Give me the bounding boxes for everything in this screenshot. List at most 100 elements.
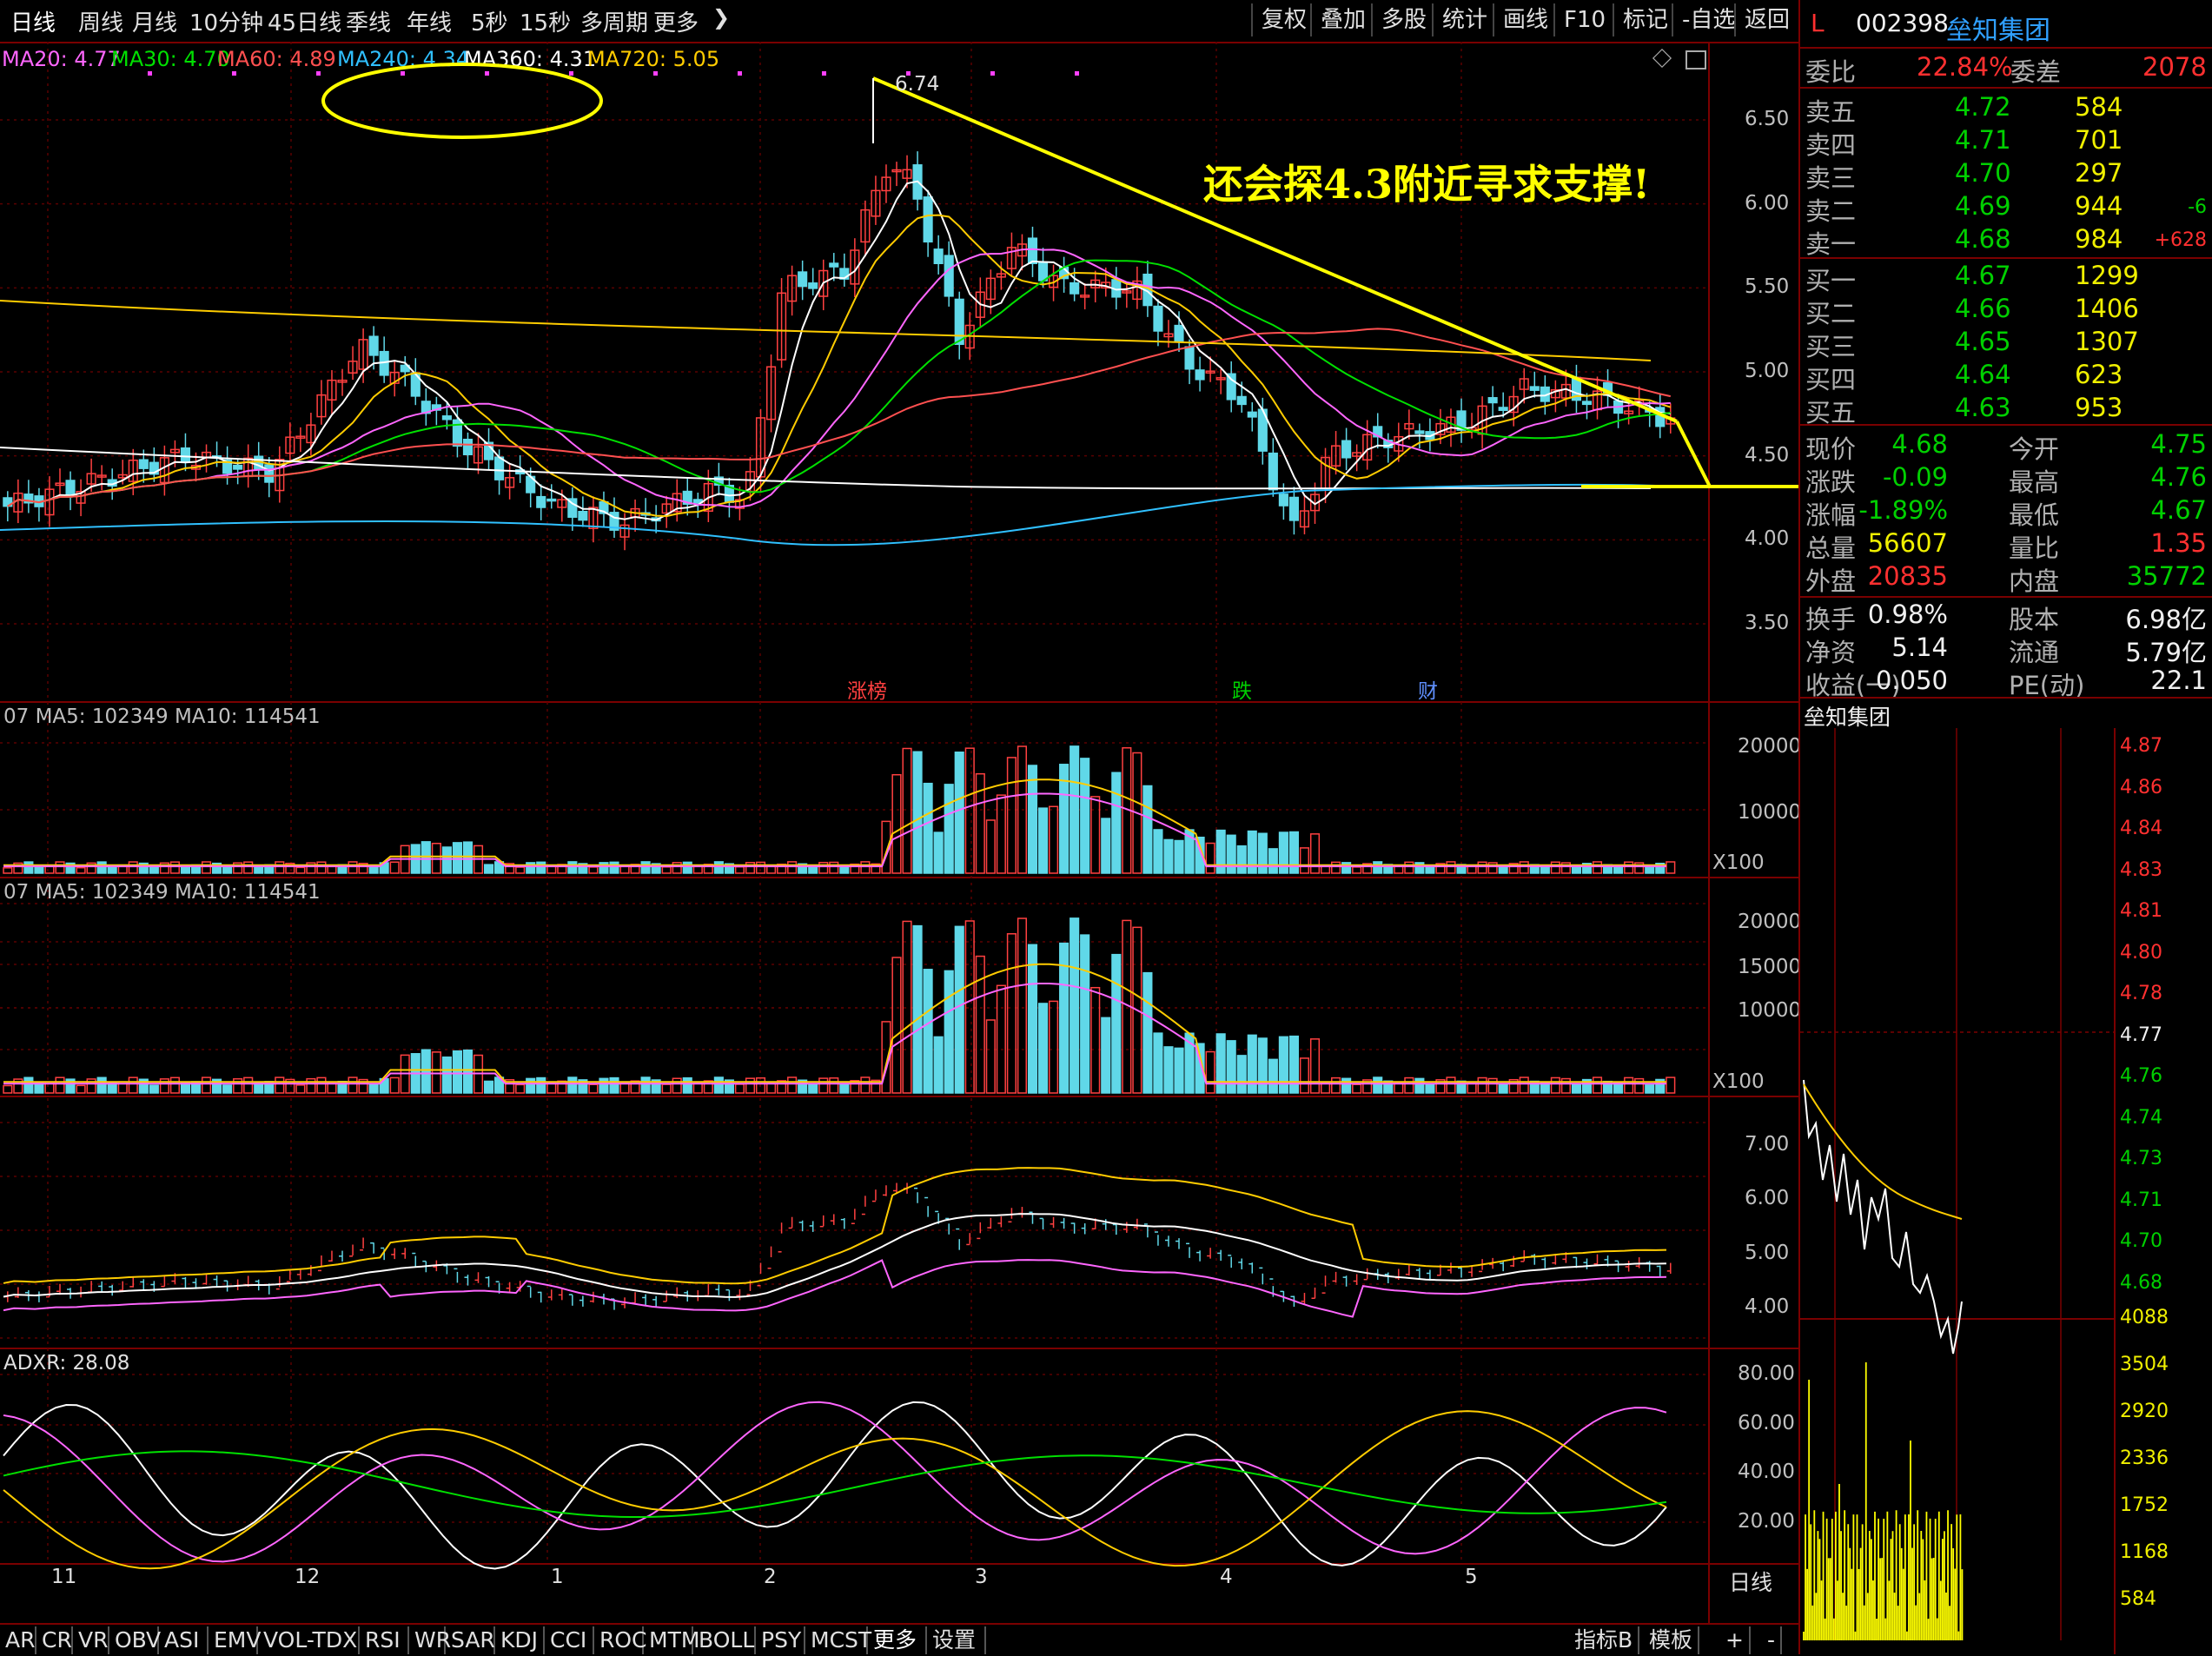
- bottom-right-button-3[interactable]: -: [1762, 1626, 1783, 1654]
- volume-bar: [222, 1084, 233, 1094]
- volume-bar: [1006, 933, 1017, 1094]
- volume-bar: [1331, 1076, 1341, 1094]
- ask-row-2[interactable]: 卖三 4.70 297: [1800, 158, 2212, 193]
- indicator-tab-roc-12[interactable]: ROC: [594, 1626, 647, 1654]
- toolbar-button-1[interactable]: 叠加: [1310, 3, 1374, 36]
- chevron-right-icon[interactable]: ❯: [712, 5, 730, 30]
- toolbar-button-3[interactable]: 统计: [1432, 3, 1496, 36]
- ask-row-1[interactable]: 卖四 4.71 701: [1800, 125, 2212, 160]
- ask-change: -6: [2188, 196, 2207, 218]
- bid-row-2[interactable]: 买三 4.65 1307: [1800, 327, 2212, 361]
- stat-value-2: 35772: [2126, 561, 2207, 591]
- volume-bar: [55, 1076, 65, 1094]
- indicator-tab-obv-3[interactable]: OBV: [109, 1626, 161, 1654]
- period-tab-5[interactable]: 季线: [346, 5, 391, 37]
- volume-bar: [201, 1076, 212, 1094]
- mini-vol-tick-0: 4088: [2120, 1307, 2169, 1328]
- indicator-tab-psy-15[interactable]: PSY: [756, 1626, 805, 1654]
- ask-price: 4.71: [1955, 125, 2011, 155]
- volume-bar: [891, 957, 902, 1094]
- indicator-tab-sar-9[interactable]: SAR: [446, 1626, 495, 1654]
- volume-bar: [1090, 796, 1101, 874]
- period-tab-10[interactable]: 更多: [653, 5, 699, 37]
- event-tag-1[interactable]: 跌: [1232, 674, 1252, 704]
- indicator-tab-vol-tdx-6[interactable]: VOL-TDX: [258, 1626, 360, 1654]
- price-tick-6: 3.50: [1745, 612, 1790, 634]
- event-tag-0[interactable]: 涨榜: [847, 674, 887, 704]
- market-tag: L: [1811, 9, 1825, 37]
- toolbar-button-4[interactable]: 画线: [1493, 3, 1557, 36]
- candle-body: [923, 196, 933, 243]
- indicator-tab-boll-14[interactable]: BOLL: [693, 1626, 756, 1654]
- stock-name[interactable]: 垒知集团: [1946, 9, 2050, 47]
- bid-row-0[interactable]: 买一 4.67 1299: [1800, 261, 2212, 295]
- period-tab-6[interactable]: 年线: [407, 5, 452, 37]
- bid-row-4[interactable]: 买五 4.63 953: [1800, 393, 2212, 427]
- volume-bar: [1017, 917, 1028, 1094]
- toolbar-button-0[interactable]: 复权: [1251, 3, 1315, 36]
- indicator-tab-emv-5[interactable]: EMV: [209, 1626, 261, 1654]
- toolbar-button-5[interactable]: F10: [1553, 3, 1614, 36]
- bid-volume: 1307: [2075, 327, 2139, 356]
- vol2-tick-0: 20000: [1738, 911, 1802, 933]
- volume-bar: [964, 920, 975, 1094]
- volume-bar: [1487, 1077, 1498, 1094]
- ask-row-3[interactable]: 卖二 4.69 944 -6: [1800, 191, 2212, 226]
- period-tab-2[interactable]: 月线: [132, 5, 177, 37]
- volume-bar: [3, 867, 13, 874]
- volume-bar: [1341, 1077, 1352, 1094]
- indicator-tab-cci-11[interactable]: CCI: [545, 1626, 594, 1654]
- period-tab-7[interactable]: 5秒: [471, 5, 508, 37]
- period-tab-8[interactable]: 15秒: [520, 5, 571, 37]
- toolbar-button-7[interactable]: -自选: [1672, 3, 1744, 36]
- volume-bar: [23, 861, 34, 874]
- volume-bar: [1037, 1003, 1049, 1094]
- toolbar-button-6[interactable]: 标记: [1613, 3, 1677, 36]
- volume-bar: [661, 1083, 672, 1094]
- period-tab-9[interactable]: 多周期: [580, 5, 648, 37]
- date-tick-5: 4: [1220, 1566, 1233, 1588]
- signal-dot: [401, 71, 405, 76]
- ask-row-0[interactable]: 卖五 4.72 584: [1800, 92, 2212, 127]
- indicator-tab-asi-4[interactable]: ASI: [159, 1626, 209, 1654]
- bottom-right-button-2[interactable]: +: [1720, 1626, 1751, 1654]
- bottom-right-button-0[interactable]: 指标B: [1569, 1626, 1640, 1654]
- bid-volume: 623: [2075, 360, 2123, 389]
- indicator-tab-wr-8[interactable]: WR: [409, 1626, 451, 1654]
- indicator-tab-cr-1[interactable]: CR: [36, 1626, 73, 1654]
- price-tick-2: 5.50: [1745, 275, 1790, 299]
- stat-label: 外盘: [1805, 566, 1857, 596]
- indicator-tab-mtm-13[interactable]: MTM: [644, 1626, 699, 1654]
- mini-price-tick-10: 4.73: [2120, 1148, 2162, 1169]
- period-tab-1[interactable]: 周线: [78, 5, 123, 37]
- window-icon[interactable]: [1685, 50, 1706, 70]
- period-tab-0[interactable]: 日线: [10, 5, 56, 37]
- dmi-label: ADXR: 28.08: [3, 1352, 130, 1374]
- volume-bar: [1049, 1000, 1059, 1094]
- stat-label: 总量: [1805, 533, 1857, 563]
- bid-row-3[interactable]: 买四 4.64 623: [1800, 360, 2212, 394]
- indicator-tab-item-18[interactable]: 设置: [927, 1626, 986, 1654]
- volume-bar: [599, 862, 609, 874]
- event-tag-2[interactable]: 财: [1418, 674, 1438, 704]
- stock-chart[interactable]: [0, 42, 1798, 1623]
- indicator-tab-rsi-7[interactable]: RSI: [360, 1626, 409, 1654]
- stat-value: -0.09: [1882, 462, 1948, 492]
- indicator-tab-item-17[interactable]: 更多: [868, 1626, 927, 1654]
- toolbar-button-2[interactable]: 多股: [1371, 3, 1435, 36]
- stat2-label-2: 流通: [2009, 638, 2060, 667]
- indicator-tab-kdj-10[interactable]: KDJ: [495, 1626, 545, 1654]
- indicator-tab-ar-0[interactable]: AR: [0, 1626, 36, 1654]
- bid-row-1[interactable]: 买二 4.66 1406: [1800, 294, 2212, 328]
- volume-bar: [1571, 866, 1582, 874]
- toolbar-button-8[interactable]: 返回: [1734, 3, 1798, 36]
- period-tab-3[interactable]: 10分钟: [189, 5, 263, 37]
- volume-bar: [765, 1083, 777, 1094]
- ask-row-4[interactable]: 卖一 4.68 984 +628: [1800, 224, 2212, 259]
- volume-bar: [1414, 1077, 1425, 1094]
- indicator-tab-vr-2[interactable]: VR: [73, 1626, 109, 1654]
- indicator-tab-mcst-16[interactable]: MCST: [805, 1626, 871, 1654]
- bottom-right-button-1[interactable]: 模板: [1644, 1626, 1700, 1654]
- period-tab-4[interactable]: 45日线: [268, 5, 341, 37]
- price-tick-3: 5.00: [1745, 360, 1790, 382]
